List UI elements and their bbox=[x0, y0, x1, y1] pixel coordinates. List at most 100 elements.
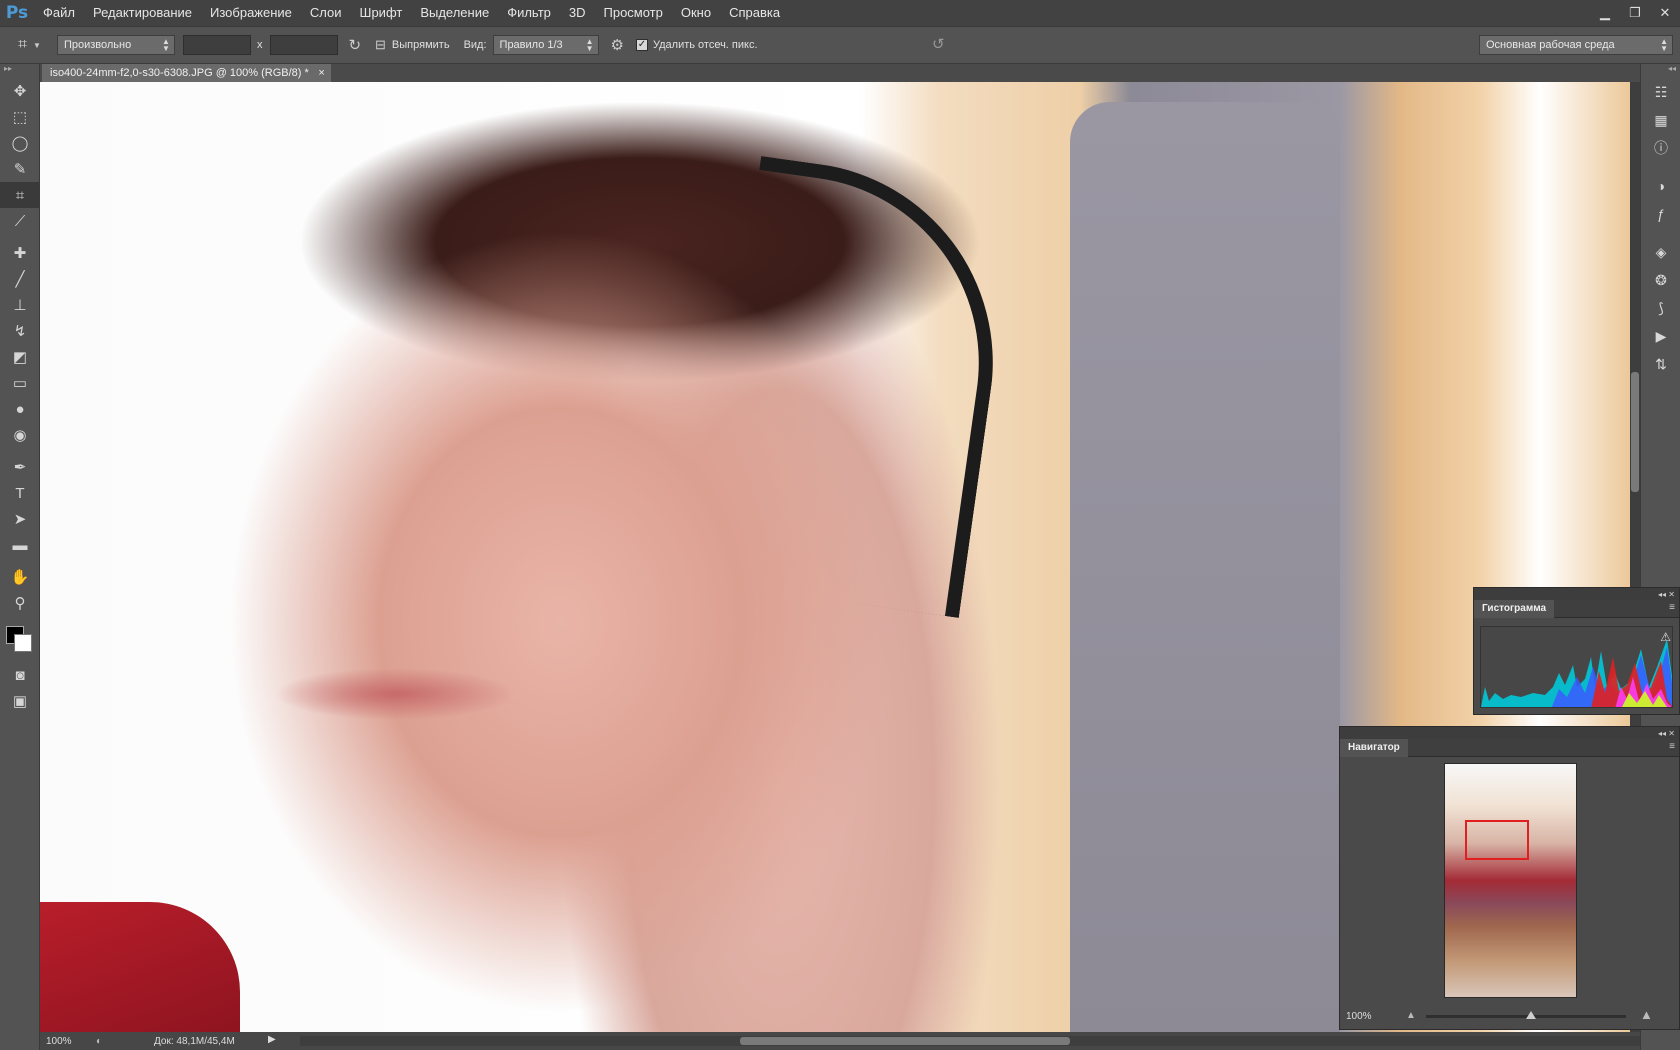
path-select-icon[interactable]: ➤ bbox=[0, 506, 40, 532]
menu-type[interactable]: Шрифт bbox=[351, 0, 412, 26]
histogram-graph bbox=[1480, 626, 1673, 708]
navigator-zoom-slider[interactable] bbox=[1426, 1011, 1626, 1019]
panel-grip-icon[interactable]: ◂◂ bbox=[1641, 64, 1680, 78]
horizontal-scroll-thumb[interactable] bbox=[740, 1037, 1070, 1045]
brush-icon[interactable]: ╱ bbox=[0, 266, 40, 292]
info-icon[interactable]: ⓘ bbox=[1641, 134, 1680, 162]
histogram-tab-bar: Гистограмма ≡ bbox=[1474, 600, 1679, 618]
gear-icon[interactable]: ⚙ bbox=[611, 36, 624, 54]
app-logo: Ps bbox=[5, 3, 29, 23]
restore-button[interactable]: ❐ bbox=[1620, 0, 1650, 26]
cache-warning-icon[interactable]: ⚠ bbox=[1660, 630, 1671, 644]
ratio-select[interactable]: Произвольно ▲ ▼ bbox=[56, 35, 175, 55]
checkmark-icon: ✓ bbox=[635, 39, 648, 51]
straighten-button[interactable]: ⊟ Выпрямить bbox=[375, 37, 450, 53]
horizontal-scrollbar[interactable] bbox=[300, 1036, 1640, 1046]
view-label: Вид: bbox=[463, 39, 487, 51]
options-bar: ⌗ ▼ Произвольно ▲ ▼ x ↻ ⊟ Выпрямить Вид: … bbox=[0, 26, 1680, 64]
eyedropper-icon[interactable]: ⟋ bbox=[0, 208, 40, 234]
close-tab-icon[interactable]: × bbox=[318, 64, 324, 82]
menu-layers[interactable]: Слои bbox=[301, 0, 351, 26]
panel-grip-icon[interactable]: ▸▸ bbox=[0, 64, 39, 78]
menu-file[interactable]: Файл bbox=[34, 0, 84, 26]
rectangle-icon[interactable]: ▬ bbox=[0, 532, 40, 558]
straighten-label: Выпрямить bbox=[391, 39, 450, 51]
type-icon[interactable]: T bbox=[0, 480, 40, 506]
lasso-icon[interactable]: ◯ bbox=[0, 130, 40, 156]
stamp-icon[interactable]: ⊥ bbox=[0, 292, 40, 318]
pen-icon[interactable]: ✒ bbox=[0, 454, 40, 480]
zoom-in-icon[interactable]: ▲ bbox=[1640, 1007, 1653, 1022]
menu-view[interactable]: Просмотр bbox=[595, 0, 672, 26]
navigator-tab[interactable]: Навигатор bbox=[1340, 739, 1408, 757]
menu-edit[interactable]: Редактирование bbox=[84, 0, 201, 26]
navigator-thumbnail[interactable] bbox=[1444, 763, 1577, 998]
minimize-button[interactable]: ▁ bbox=[1590, 0, 1620, 26]
workspace-select[interactable]: Основная рабочая среда ▲ ▼ bbox=[1479, 35, 1673, 55]
status-info-icon[interactable]: ◐ bbox=[96, 1036, 102, 1047]
panel-collapse-icon[interactable]: ◂◂ ✕ bbox=[1340, 727, 1679, 739]
workspace-select-value: Основная рабочая среда bbox=[1486, 39, 1615, 51]
paths-icon[interactable]: ⟆ bbox=[1641, 294, 1680, 322]
navigator-slider-knob[interactable] bbox=[1526, 1011, 1536, 1019]
updown-arrows-icon: ▲ ▼ bbox=[1660, 37, 1668, 53]
menu-image[interactable]: Изображение bbox=[201, 0, 301, 26]
panel-menu-icon[interactable]: ≡ bbox=[1669, 602, 1675, 613]
menu-window[interactable]: Окно bbox=[672, 0, 720, 26]
menu-filter[interactable]: Фильтр bbox=[498, 0, 560, 26]
width-input[interactable] bbox=[182, 35, 251, 55]
panel-collapse-icon[interactable]: ◂◂ ✕ bbox=[1474, 588, 1679, 600]
move-icon[interactable]: ✥ bbox=[0, 78, 40, 104]
crop-icon[interactable]: ⌗ bbox=[0, 182, 40, 208]
layers-icon[interactable]: ◈ bbox=[1641, 238, 1680, 266]
ratio-select-value: Произвольно bbox=[63, 39, 132, 51]
actions-icon[interactable]: ▶ bbox=[1641, 322, 1680, 350]
close-window-button[interactable]: ✕ bbox=[1650, 0, 1680, 26]
height-input[interactable] bbox=[270, 35, 339, 55]
times-sign: x bbox=[256, 39, 263, 51]
adjustments-icon[interactable]: ◑ bbox=[1641, 172, 1680, 200]
menu-3d[interactable]: 3D bbox=[560, 0, 595, 26]
tool-preset-picker[interactable]: ⌗ ▼ bbox=[18, 36, 41, 54]
photoshop-window: Ps Файл Редактирование Изображение Слои … bbox=[0, 0, 1680, 1050]
gradient-icon[interactable]: ▭ bbox=[0, 370, 40, 396]
quick-mask-icon[interactable]: ◙ bbox=[0, 662, 40, 688]
crop-icon: ⌗ bbox=[18, 36, 28, 53]
menu-select[interactable]: Выделение bbox=[411, 0, 498, 26]
panel-menu-icon[interactable]: ≡ bbox=[1669, 741, 1675, 752]
menu-help[interactable]: Справка bbox=[720, 0, 789, 26]
vertical-scroll-thumb[interactable] bbox=[1631, 372, 1639, 492]
navigator-controls: 100% ▲ ▲ bbox=[1340, 1003, 1679, 1029]
screen-mode-icon[interactable]: ▣ bbox=[0, 688, 40, 714]
document-tab[interactable]: iso400-24mm-f2,0-s30-6308.JPG @ 100% (RG… bbox=[42, 64, 331, 82]
navigator-zoom-field[interactable]: 100% bbox=[1346, 1011, 1396, 1022]
background-color[interactable] bbox=[14, 634, 32, 652]
3d-icon[interactable]: ☷ bbox=[1641, 78, 1680, 106]
history-icon[interactable]: ⇅ bbox=[1641, 350, 1680, 378]
delete-cropped-checkbox[interactable]: ✓ Удалить отсеч. пикс. bbox=[635, 39, 758, 51]
styles-icon[interactable]: ƒ bbox=[1641, 200, 1680, 228]
photo-red-sweater bbox=[40, 902, 240, 1032]
healing-icon[interactable]: ✚ bbox=[0, 240, 40, 266]
hand-icon[interactable]: ✋ bbox=[0, 564, 40, 590]
zoom-level[interactable]: 100% bbox=[46, 1036, 90, 1047]
channels-icon[interactable]: ❂ bbox=[1641, 266, 1680, 294]
dodge-icon[interactable]: ◉ bbox=[0, 422, 40, 448]
window-controls: ▁ ❐ ✕ bbox=[1590, 0, 1680, 26]
marquee-icon[interactable]: ⬚ bbox=[0, 104, 40, 130]
blur-icon[interactable]: ● bbox=[0, 396, 40, 422]
view-overlay-select[interactable]: Правило 1/3 ▲ ▼ bbox=[492, 35, 599, 55]
histogram-tab[interactable]: Гистограмма bbox=[1474, 600, 1555, 618]
zoom-out-icon[interactable]: ▲ bbox=[1406, 1010, 1416, 1021]
quick-select-icon[interactable]: ✎ bbox=[0, 156, 40, 182]
document-tab-bar: iso400-24mm-f2,0-s30-6308.JPG @ 100% (RG… bbox=[40, 64, 1640, 82]
eraser-icon[interactable]: ◩ bbox=[0, 344, 40, 370]
status-menu-arrow-icon[interactable]: ▶ bbox=[268, 1034, 276, 1045]
zoom-icon[interactable]: ⚲ bbox=[0, 590, 40, 616]
navigator-view-box[interactable] bbox=[1465, 820, 1529, 860]
swap-icon[interactable]: ↻ bbox=[348, 36, 361, 54]
reset-icon[interactable]: ↺ bbox=[932, 35, 945, 53]
history-brush-icon[interactable]: ↯ bbox=[0, 318, 40, 344]
swatches-icon[interactable]: ▦ bbox=[1641, 106, 1680, 134]
delete-cropped-label: Удалить отсеч. пикс. bbox=[652, 39, 758, 51]
